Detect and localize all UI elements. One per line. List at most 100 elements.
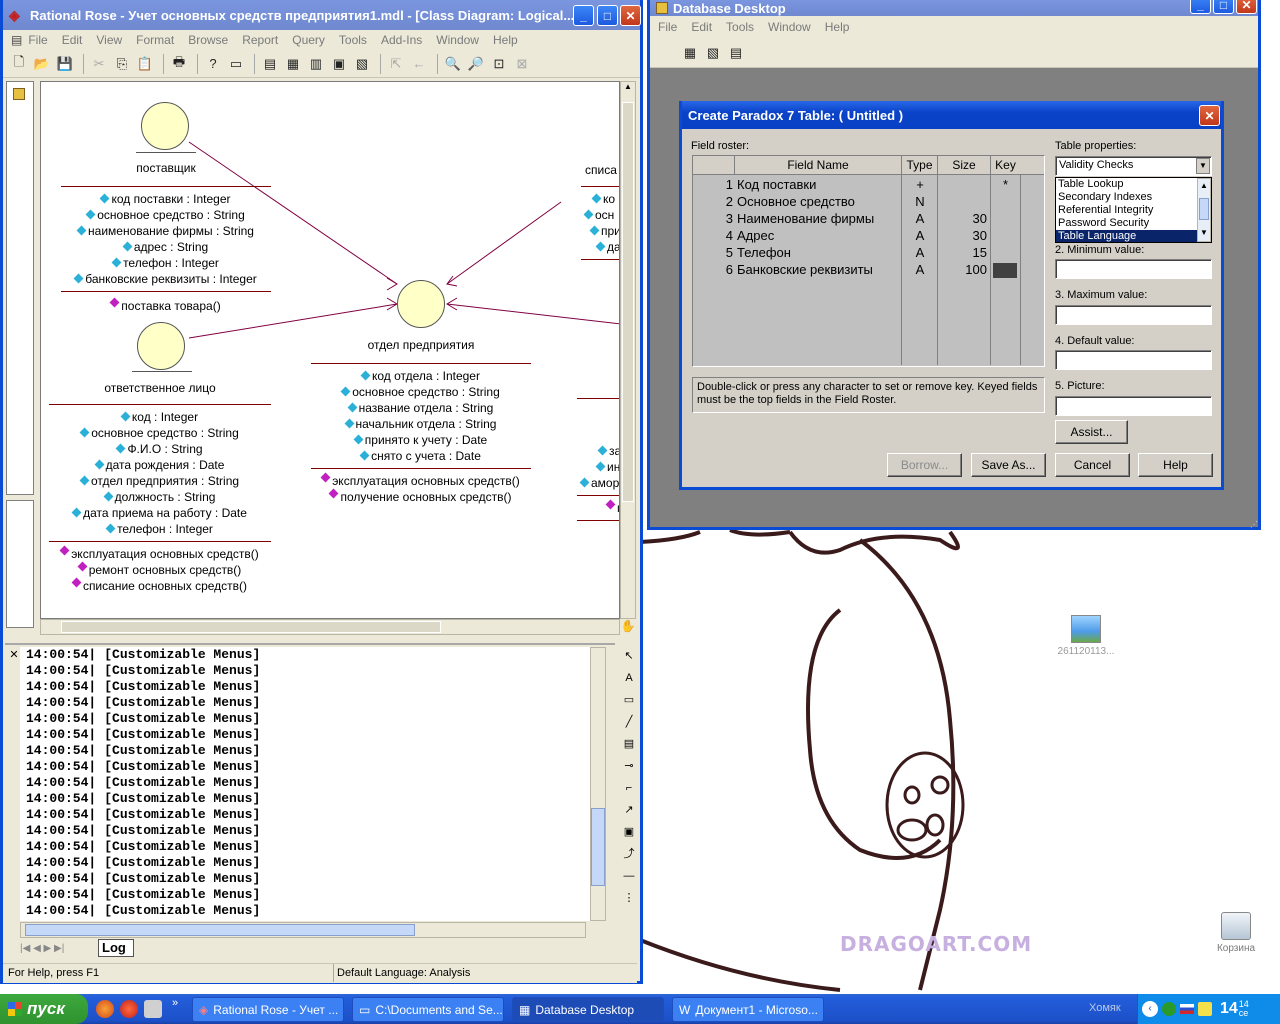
- rose-minimize-button[interactable]: _: [573, 5, 594, 26]
- dialog-titlebar[interactable]: Create Paradox 7 Table: ( Untitled ): [682, 101, 1221, 129]
- help-button[interactable]: Help: [1138, 453, 1213, 477]
- language-flag-icon[interactable]: [1180, 1004, 1194, 1014]
- firefox-icon[interactable]: [96, 1000, 114, 1018]
- field-roster-grid[interactable]: Field Name Type Size Key 1 Код поставки + *…: [692, 155, 1045, 367]
- list-item-selected[interactable]: Table Language: [1056, 230, 1211, 242]
- class-department[interactable]: отдел предприятия код отдела : Integer о…: [311, 337, 531, 505]
- realize-tool-icon[interactable]: —: [620, 865, 638, 887]
- browse-state-icon[interactable]: ▧: [352, 54, 372, 74]
- start-button[interactable]: пуск: [0, 994, 88, 1024]
- menu-tools[interactable]: Tools: [339, 33, 367, 47]
- interface-tool-icon[interactable]: ⊸: [620, 755, 638, 777]
- list-item[interactable]: Table Lookup: [1056, 178, 1211, 191]
- tray-app-icon[interactable]: [1162, 1002, 1176, 1016]
- scroll-up-icon[interactable]: ▲: [621, 82, 635, 98]
- list-item[interactable]: Password Security: [1056, 217, 1211, 230]
- menu-view[interactable]: View: [96, 33, 122, 47]
- desktop-icon-image[interactable]: 261120113...: [1046, 615, 1126, 657]
- task-explorer[interactable]: ▭ C:\Documents and Se...: [352, 997, 504, 1022]
- dbmenu-help[interactable]: Help: [825, 20, 850, 34]
- current-cell-cursor[interactable]: [993, 263, 1017, 278]
- package-tool-icon[interactable]: ▣: [620, 821, 638, 843]
- scroll-thumb[interactable]: [622, 102, 634, 502]
- borrow-button[interactable]: Borrow...: [887, 453, 962, 477]
- dbdesk-close-button[interactable]: ✕: [1236, 0, 1257, 14]
- scroll-thumb[interactable]: [25, 924, 415, 936]
- canvas-vscroll[interactable]: ▲: [620, 81, 636, 619]
- undo-fit-icon[interactable]: ⊠: [512, 54, 532, 74]
- zoom-out-icon[interactable]: 🔎: [466, 54, 486, 74]
- menu-browse[interactable]: Browse: [188, 33, 228, 47]
- table-row[interactable]: 4 Адрес A 30: [693, 228, 1044, 245]
- task-rational-rose[interactable]: ◈ Rational Rose - Учет ...: [192, 997, 344, 1022]
- zoom-in-icon[interactable]: 🔍: [443, 54, 463, 74]
- browse-interaction-icon[interactable]: ▦: [283, 54, 303, 74]
- class-icon-department[interactable]: [397, 280, 445, 328]
- paste-icon[interactable]: 📋: [135, 54, 155, 74]
- rose-maximize-button[interactable]: □: [597, 5, 618, 26]
- table-row[interactable]: 6 Банковские реквизиты A 100: [693, 262, 1044, 279]
- context-help-icon[interactable]: ?: [203, 54, 223, 74]
- select-tool-icon[interactable]: ↖: [620, 645, 638, 667]
- hand-icon[interactable]: ✋: [620, 619, 636, 635]
- rose-close-button[interactable]: ✕: [620, 5, 641, 26]
- list-scrollbar[interactable]: ▲ ▼: [1197, 178, 1211, 242]
- class-icon-responsible[interactable]: [137, 322, 185, 370]
- new-icon[interactable]: 🗋: [9, 54, 29, 74]
- menu-format[interactable]: Format: [136, 33, 174, 47]
- task-word[interactable]: W Документ1 - Microso...: [672, 997, 824, 1022]
- more-tools-icon[interactable]: ⋮: [620, 887, 638, 909]
- table-icon[interactable]: ▦: [680, 43, 700, 63]
- class-right-partial[interactable]: за ин амор п: [577, 394, 619, 525]
- browser-panel[interactable]: [6, 81, 34, 495]
- cancel-button[interactable]: Cancel: [1055, 453, 1130, 477]
- generalization-tool-icon[interactable]: ⤴: [620, 843, 638, 865]
- scroll-thumb[interactable]: [591, 808, 605, 886]
- canvas-hscroll[interactable]: [40, 619, 620, 635]
- view-doc-icon[interactable]: ▭: [226, 54, 246, 74]
- menu-query[interactable]: Query: [292, 33, 325, 47]
- chevron-right-icon[interactable]: »: [172, 997, 178, 1009]
- desktop-icon-recycle-bin[interactable]: Корзина: [1196, 912, 1276, 954]
- browse-component-icon[interactable]: ▥: [306, 54, 326, 74]
- menu-edit[interactable]: Edit: [62, 33, 83, 47]
- assist-button[interactable]: Assist...: [1055, 420, 1128, 444]
- log-vscroll[interactable]: [590, 647, 606, 921]
- rose-titlebar[interactable]: ◈ Rational Rose - Учет основных средств …: [3, 0, 640, 30]
- table-row[interactable]: 3 Наименование фирмы A 30: [693, 211, 1044, 228]
- class-writeoff-partial[interactable]: списа ко осн при да: [581, 162, 619, 264]
- query-icon[interactable]: ▧: [703, 43, 723, 63]
- opera-icon[interactable]: [120, 1000, 138, 1018]
- log-hscroll[interactable]: [20, 922, 586, 938]
- menu-window[interactable]: Window: [436, 33, 479, 47]
- text-tool-icon[interactable]: A: [620, 667, 638, 689]
- save-as-button[interactable]: Save As...: [971, 453, 1046, 477]
- class-tool-icon[interactable]: ▤: [620, 733, 638, 755]
- back-icon[interactable]: ←: [409, 54, 429, 74]
- browse-class-icon[interactable]: ▤: [260, 54, 280, 74]
- print-icon[interactable]: 🖶: [169, 54, 189, 74]
- menu-help[interactable]: Help: [493, 33, 518, 47]
- quicklaunch-icon[interactable]: [144, 1000, 162, 1018]
- default-value-field[interactable]: [1055, 350, 1212, 370]
- close-log-icon[interactable]: ✕: [8, 648, 20, 661]
- menu-addins[interactable]: Add-Ins: [381, 33, 422, 47]
- dbmenu-tools[interactable]: Tools: [726, 20, 754, 34]
- picture-field[interactable]: [1055, 396, 1212, 416]
- list-item[interactable]: Referential Integrity: [1056, 204, 1211, 217]
- note-tool-icon[interactable]: ▭: [620, 689, 638, 711]
- menu-report[interactable]: Report: [242, 33, 278, 47]
- menu-file[interactable]: File: [28, 33, 47, 47]
- scroll-thumb[interactable]: [61, 621, 441, 633]
- min-value-field[interactable]: [1055, 259, 1212, 279]
- dbdesk-minimize-button[interactable]: _: [1190, 0, 1211, 14]
- log-list[interactable]: 14:00:54| [Customizable Menus] 14:00:54| [C…: [20, 647, 590, 921]
- list-item[interactable]: Secondary Indexes: [1056, 191, 1211, 204]
- open-icon[interactable]: 📂: [32, 54, 52, 74]
- dbmenu-edit[interactable]: Edit: [691, 20, 712, 34]
- dbdesk-maximize-button[interactable]: □: [1213, 0, 1234, 14]
- max-value-field[interactable]: [1055, 305, 1212, 325]
- class-diagram-canvas[interactable]: поставщик код поставки : Integer основно…: [40, 81, 620, 619]
- anchor-tool-icon[interactable]: ╱: [620, 711, 638, 733]
- class-supplier[interactable]: поставщик код поставки : Integer основно…: [61, 160, 271, 314]
